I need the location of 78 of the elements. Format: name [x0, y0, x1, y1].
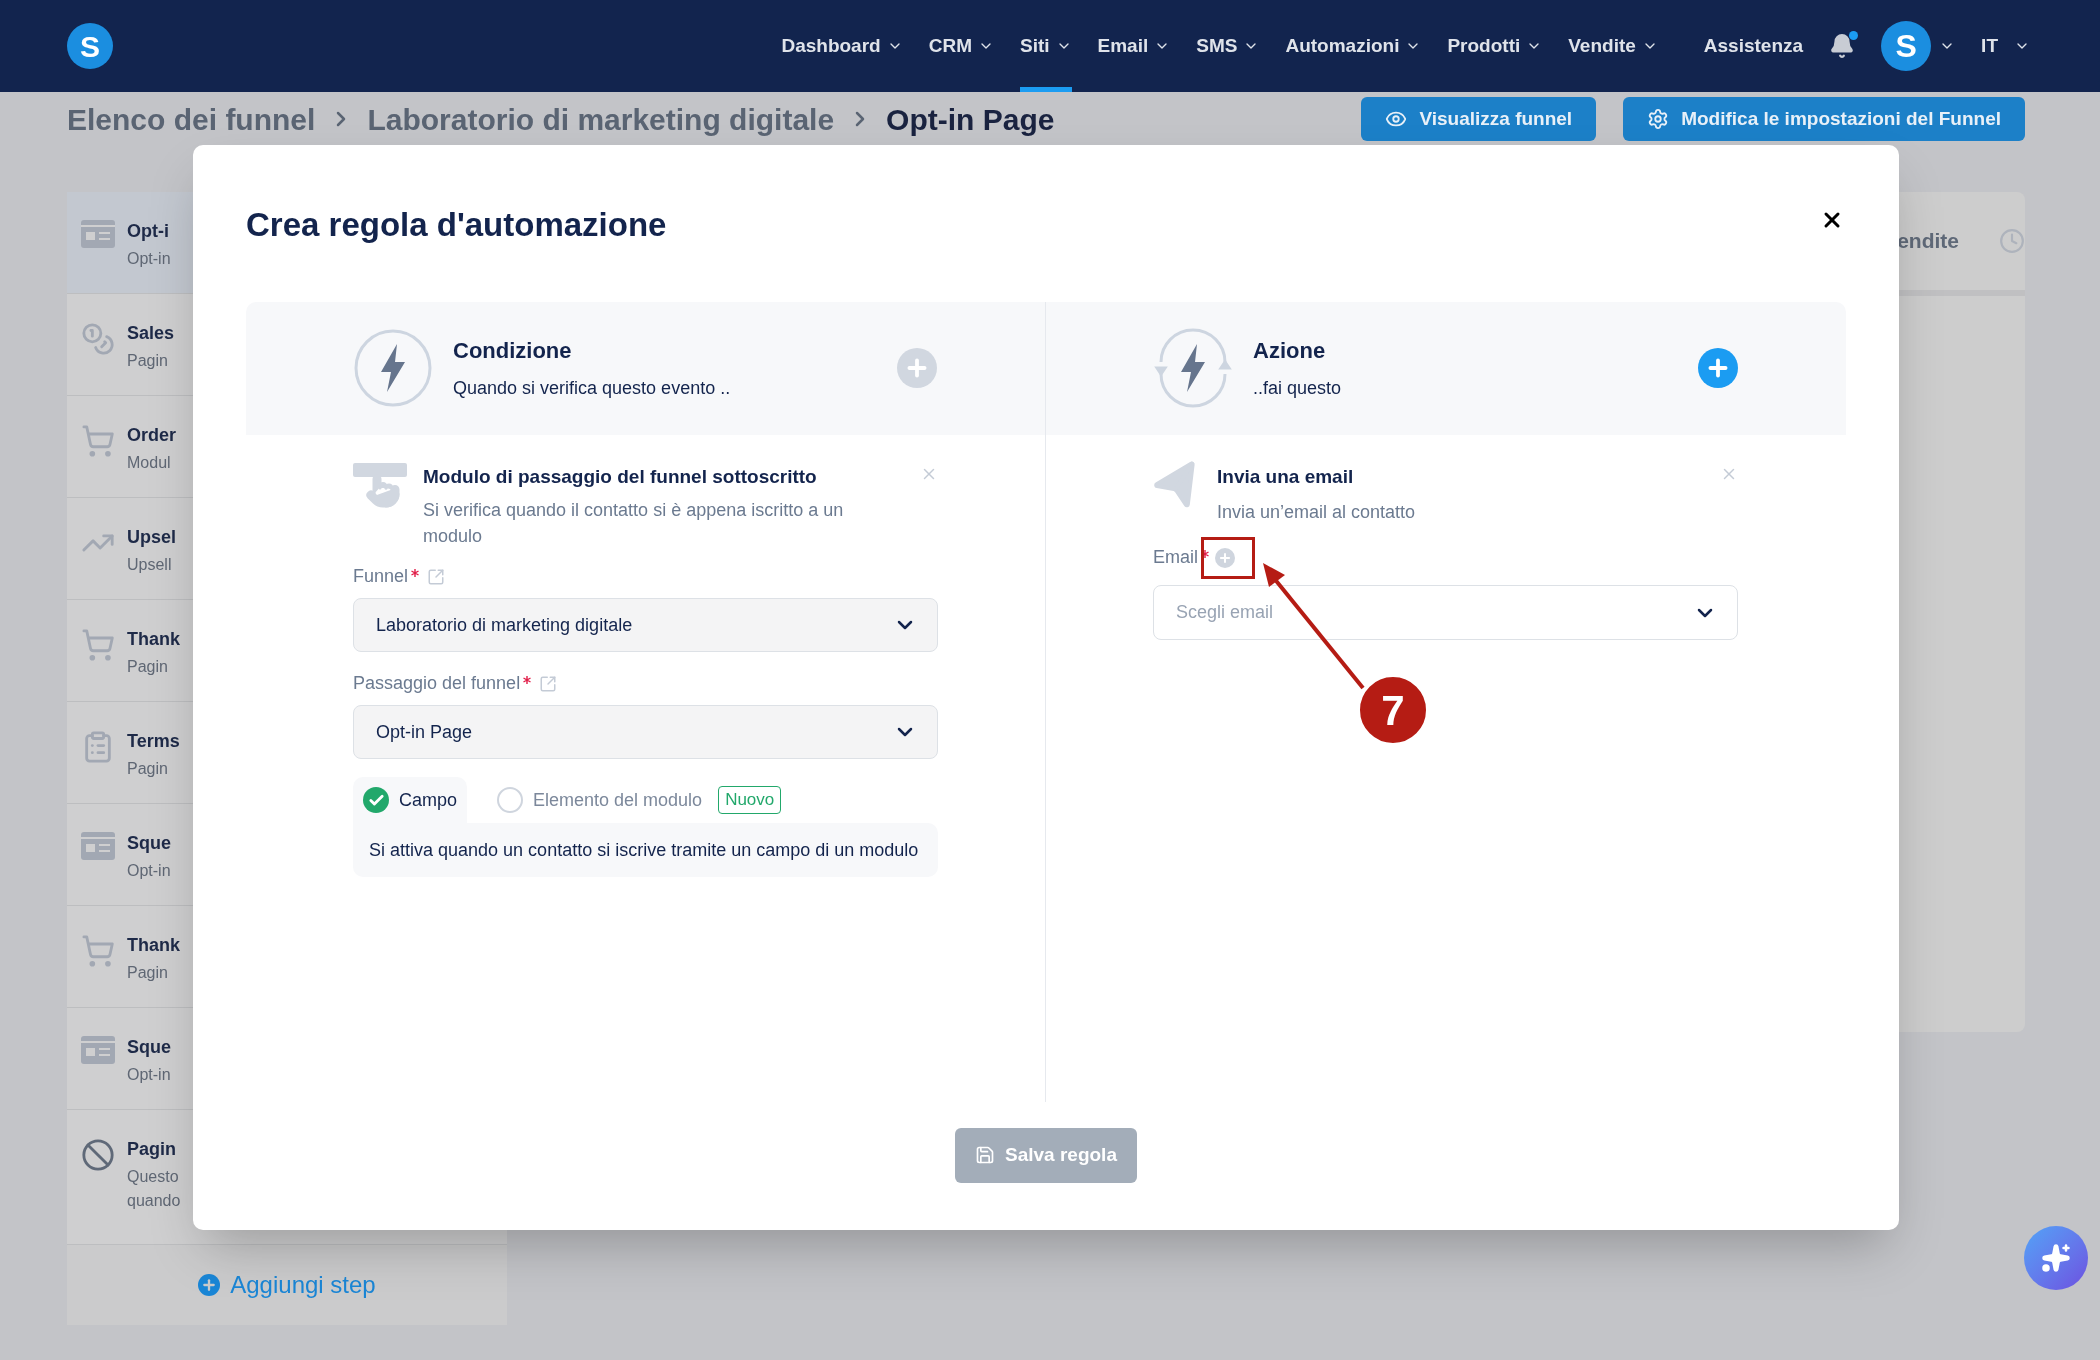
- new-badge: Nuovo: [718, 786, 782, 814]
- external-link-icon[interactable]: [539, 674, 558, 693]
- section-subtitle: Quando si verifica questo evento ..: [453, 377, 732, 400]
- nav-menu-item[interactable]: Dashboard: [781, 0, 903, 92]
- nav-menu-item[interactable]: Email: [1097, 0, 1171, 92]
- option-label: Elemento del modulo: [533, 788, 703, 812]
- option-label: Campo: [399, 788, 458, 812]
- help-link[interactable]: Assistenza: [1703, 31, 1804, 61]
- logo[interactable]: S: [67, 23, 113, 69]
- step-title: Upsel: [127, 526, 177, 549]
- funnel-settings-button[interactable]: Modifica le impostazioni del Funnel: [1623, 97, 2025, 141]
- section-subtitle: ..fai questo: [1253, 377, 1343, 400]
- step-subtitle: Pagin: [127, 963, 169, 983]
- cart-icon: [81, 934, 115, 968]
- step-subtitle: Pagin: [127, 351, 169, 371]
- cart-icon: [81, 628, 115, 662]
- field-label: Email: [1153, 546, 1198, 569]
- step-subtitle: Modul: [127, 453, 172, 473]
- step-title: Invia una email: [1217, 464, 1355, 489]
- language-menu[interactable]: IT: [1981, 31, 2030, 61]
- step-description: Si verifica quando il contatto si è appena iscritto a un modulo: [423, 499, 845, 548]
- step-subtitle: Upsell: [127, 555, 173, 575]
- coins-icon: [81, 322, 115, 356]
- step-subtitle: Pagin: [127, 759, 169, 779]
- section-title: Azione: [1253, 337, 1327, 365]
- select-field[interactable]: Laboratorio di marketing digitale: [353, 598, 938, 652]
- settings-icon: [1647, 108, 1670, 130]
- nav-menu-item[interactable]: Automazioni: [1285, 0, 1422, 92]
- highlight-box: [1201, 536, 1255, 579]
- radio-button[interactable]: [497, 787, 524, 813]
- select-field[interactable]: Opt-in Page: [353, 705, 938, 759]
- form-card-icon: [81, 220, 115, 248]
- nav-menu-item[interactable]: SMS: [1196, 0, 1260, 92]
- bolt-icon: [353, 328, 433, 408]
- dialog-title: Crea regola d'automazione: [246, 205, 667, 245]
- nav-menu-item[interactable]: Vendite: [1568, 0, 1658, 92]
- form-card-icon: [81, 832, 115, 860]
- section-title: Condizione: [453, 337, 573, 365]
- option-description: Si attiva quando un contatto si iscrive tramite un campo di un modulo: [353, 823, 938, 877]
- nav-menu-item[interactable]: Prodotti: [1447, 0, 1543, 92]
- step-title: Thank: [127, 934, 180, 957]
- nav-menu-item[interactable]: Siti: [1019, 0, 1072, 92]
- blocked-icon: [81, 1138, 115, 1172]
- add-email-button[interactable]: [1215, 547, 1235, 568]
- step-subtitle: Questo quando: [127, 1167, 182, 1211]
- field-label: Funnel: [353, 565, 409, 588]
- view-funnel-button[interactable]: Visualizza funnel: [1361, 97, 1597, 141]
- step-title: Sque: [127, 832, 171, 855]
- step-description: Invia un’email al contatto: [1217, 501, 1417, 524]
- step-title: Terms: [127, 730, 180, 753]
- save-icon: [975, 1145, 995, 1165]
- panel-tab[interactable]: endite: [1897, 225, 1959, 257]
- step-title: Thank: [127, 628, 180, 651]
- step-title: Order: [127, 424, 177, 447]
- plus-icon: [198, 1274, 221, 1296]
- radio-button[interactable]: [363, 787, 389, 813]
- sparkles-icon: [2041, 1243, 2071, 1273]
- step-title: Opt-i: [127, 220, 170, 243]
- step-title: Sales: [127, 322, 175, 345]
- plus-icon: [1218, 550, 1232, 565]
- step-title: Modulo di passaggio del funnel sottoscritto: [423, 464, 818, 489]
- step-subtitle: Opt-in: [127, 249, 171, 269]
- field-label: Passaggio del funnel: [353, 672, 521, 695]
- cart-icon: [81, 424, 115, 458]
- add-button[interactable]: [897, 348, 937, 388]
- step-subtitle: Opt-in: [127, 1065, 171, 1085]
- step-title: Sque: [127, 1036, 171, 1059]
- step-subtitle: Opt-in: [127, 861, 171, 881]
- bell-icon[interactable]: [1829, 33, 1856, 59]
- add-button[interactable]: [1698, 348, 1738, 388]
- form-card-icon: [81, 1036, 115, 1064]
- nav-menu-item[interactable]: CRM: [928, 0, 994, 92]
- cycle-bolt-icon: [1153, 328, 1233, 408]
- breadcrumb-link[interactable]: Opt-in Page: [886, 96, 1055, 142]
- external-link-icon[interactable]: [427, 567, 446, 586]
- step-title: Pagin: [127, 1138, 177, 1161]
- step-subtitle: Pagin: [127, 657, 169, 677]
- clock-icon: [1999, 228, 2025, 254]
